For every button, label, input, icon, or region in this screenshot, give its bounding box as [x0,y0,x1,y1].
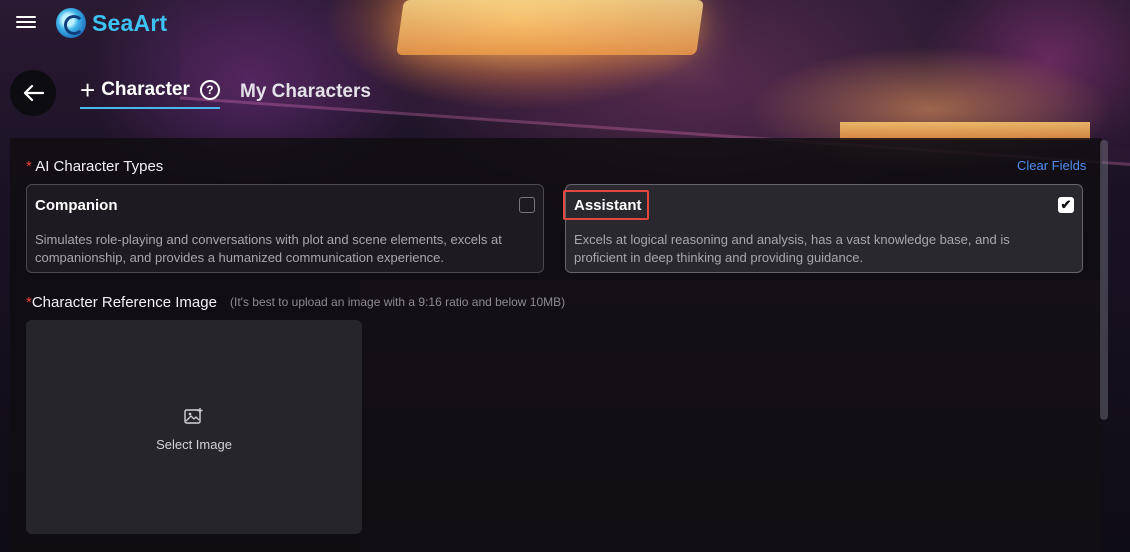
companion-title: Companion [35,197,118,214]
character-types-label: AI Character Types [35,158,164,175]
type-card-companion[interactable]: Companion Simulates role-playing and con… [26,184,544,273]
character-types-heading: * AI Character Types [26,158,163,175]
hamburger-menu-icon[interactable] [16,13,36,31]
clear-fields-link[interactable]: Clear Fields [1017,158,1086,173]
plus-icon: + [80,75,96,105]
help-icon[interactable]: ? [199,80,220,100]
brand-name: SeaArt [92,9,168,36]
arrow-left-icon [23,84,44,102]
back-button[interactable] [10,70,56,116]
seaart-logo-icon [56,8,86,38]
top-header: SeaArt [0,0,1130,46]
reference-image-heading: *Character Reference Image [26,294,217,311]
companion-description: Simulates role-playing and conversations… [35,232,502,265]
select-image-label: Select Image [156,437,232,452]
type-card-assistant[interactable]: Assistant ✔ Excels at logical reasoning … [563,184,1083,273]
checkmark-icon: ✔ [1060,197,1072,212]
tab-my-characters[interactable]: My Characters [240,81,371,103]
tab-create-label: Character [101,79,190,100]
select-image-dropzone[interactable]: Select Image [26,320,362,534]
assistant-description: Excels at logical reasoning and analysis… [574,232,1010,265]
reference-image-label: Character Reference Image [31,294,217,311]
companion-checkbox[interactable] [519,197,535,213]
assistant-title: Assistant [574,197,642,214]
tab-create-character[interactable]: + Character ? [80,75,220,109]
brand-logo[interactable]: SeaArt [56,8,167,38]
required-mark: * [26,158,32,175]
scrollbar[interactable] [1100,140,1108,420]
add-image-icon [184,408,203,424]
assistant-checkbox[interactable]: ✔ [1058,197,1074,213]
reference-image-hint: (It's best to upload an image with a 9:1… [230,295,566,309]
